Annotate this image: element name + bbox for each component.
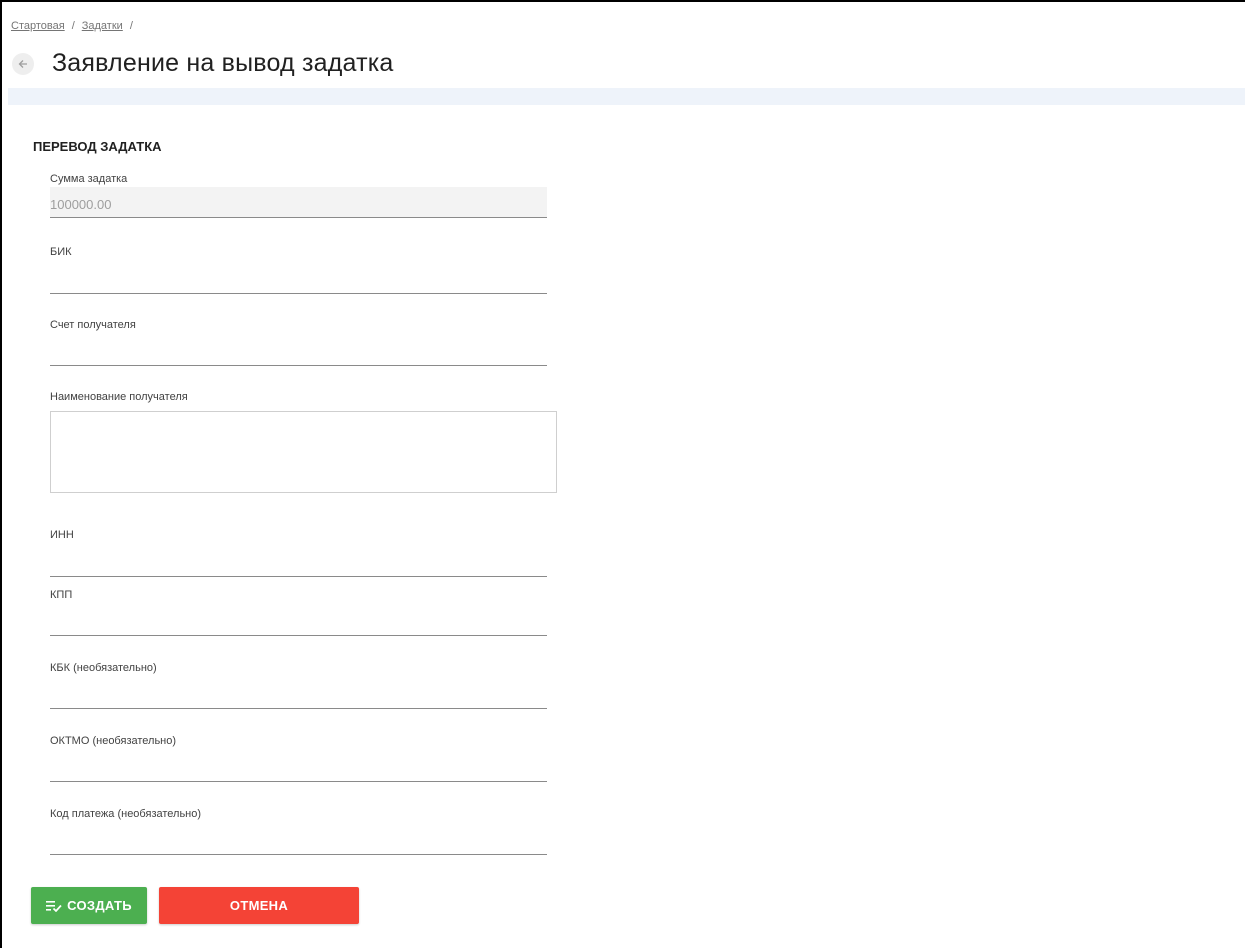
cancel-button-label: ОТМЕНА xyxy=(229,898,289,913)
inn-label: ИНН xyxy=(50,529,74,541)
field-payment-code: Код платежа (необязательно) xyxy=(50,806,547,855)
kbk-input[interactable] xyxy=(50,676,547,709)
field-amount: Сумма задатка xyxy=(50,171,547,218)
kpp-input[interactable] xyxy=(50,603,547,636)
breadcrumb-link-deposits[interactable]: Задатки xyxy=(82,20,123,32)
page-title: Заявление на вывод задатка xyxy=(52,49,394,77)
field-inn: ИНН xyxy=(50,527,547,577)
field-recipient-name: Наименование получателя xyxy=(50,389,557,493)
oktmo-label: ОКТМО (необязательно) xyxy=(50,735,177,747)
breadcrumb: Стартовая / Задатки / xyxy=(11,20,140,32)
oktmo-input[interactable] xyxy=(50,749,547,782)
create-button[interactable]: СОЗДАТЬ xyxy=(31,887,147,924)
field-bik: БИК xyxy=(50,244,547,294)
back-button[interactable] xyxy=(12,53,34,75)
field-kbk: КБК (необязательно) xyxy=(50,660,547,709)
recipient-name-textarea[interactable] xyxy=(50,411,557,493)
inn-input[interactable] xyxy=(50,543,547,577)
recipient-name-label: Наименование получателя xyxy=(50,391,188,403)
amount-label: Сумма задатка xyxy=(50,173,128,185)
create-button-label: СОЗДАТЬ xyxy=(67,898,132,913)
kbk-label: КБК (необязательно) xyxy=(50,662,157,674)
amount-input[interactable] xyxy=(50,187,547,218)
payment-code-label: Код платежа (необязательно) xyxy=(50,808,202,820)
section-title: ПЕРЕВОД ЗАДАТКА xyxy=(33,139,162,154)
field-oktmo: ОКТМО (необязательно) xyxy=(50,733,547,782)
cancel-button[interactable]: ОТМЕНА xyxy=(159,887,359,924)
account-label: Счет получателя xyxy=(50,319,136,331)
breadcrumb-separator: / xyxy=(129,20,133,32)
account-input[interactable] xyxy=(50,333,547,366)
arrow-left-icon xyxy=(18,60,27,68)
payment-code-input[interactable] xyxy=(50,822,547,855)
playlist-check-icon xyxy=(46,900,62,912)
breadcrumb-separator: / xyxy=(71,20,75,32)
breadcrumb-link-home[interactable]: Стартовая xyxy=(11,20,65,32)
bik-label: БИК xyxy=(50,246,72,258)
header-divider-band xyxy=(8,88,1245,105)
bik-input[interactable] xyxy=(50,260,547,294)
kpp-label: КПП xyxy=(50,589,73,601)
field-kpp: КПП xyxy=(50,587,547,636)
field-account: Счет получателя xyxy=(50,317,547,366)
